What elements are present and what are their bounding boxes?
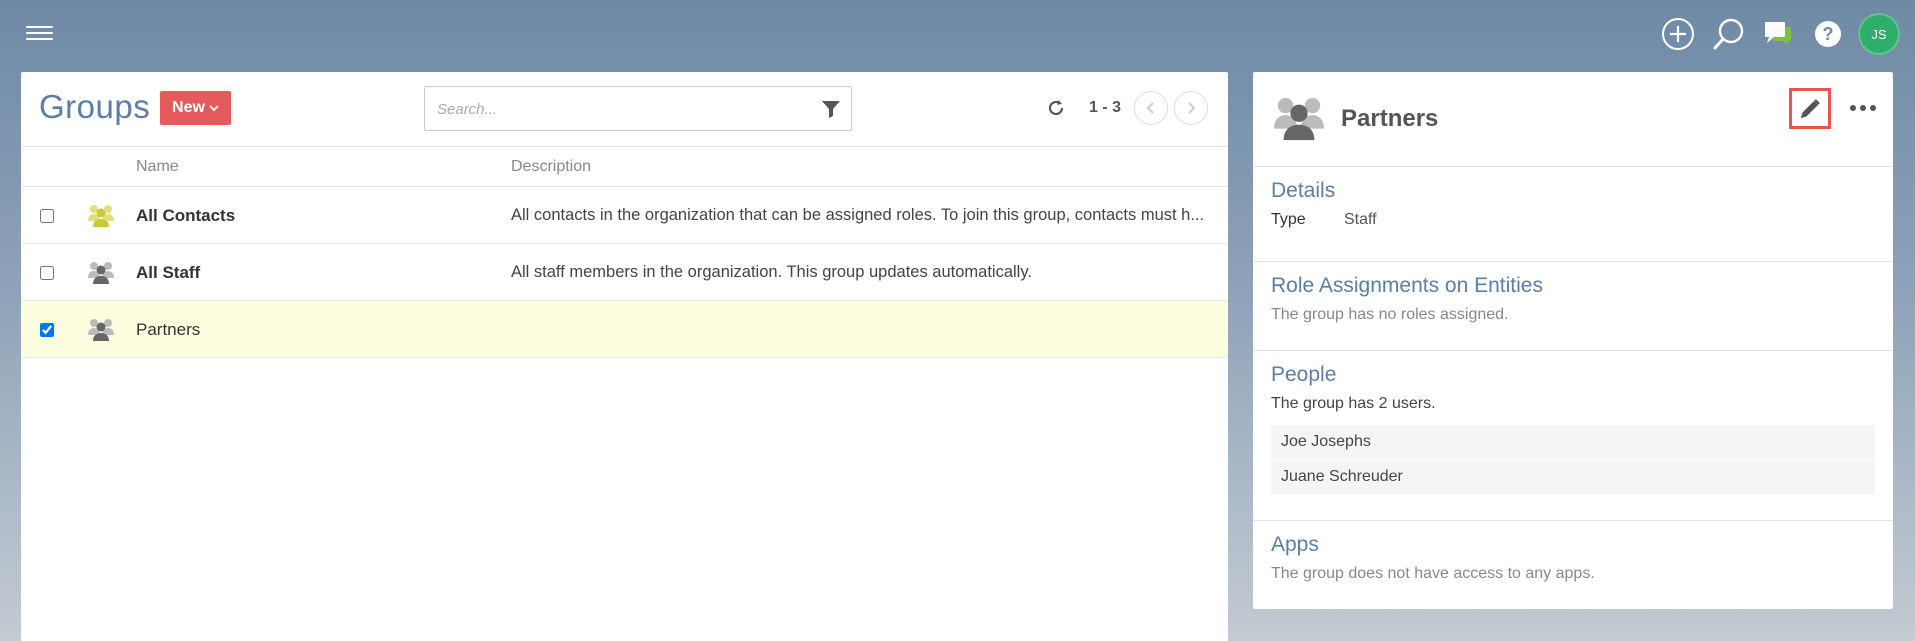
menu-icon[interactable] — [26, 22, 53, 44]
list-item[interactable]: Joe Josephs — [1271, 425, 1875, 460]
row-checkbox[interactable] — [40, 209, 54, 223]
pager-count: 1 - 3 — [1089, 99, 1122, 116]
table-row[interactable]: Partners — [21, 301, 1228, 358]
row-name[interactable]: All Staff — [136, 263, 200, 283]
avatar[interactable]: JS — [1858, 13, 1900, 55]
roles-text: The group has no roles assigned. — [1271, 306, 1509, 323]
table-header: Name Description — [21, 147, 1228, 187]
column-header-description[interactable]: Description — [511, 158, 591, 176]
section-heading-roles[interactable]: Role Assignments on Entities — [1271, 274, 1875, 298]
table-row[interactable]: All Contacts All contacts in the organiz… — [21, 187, 1228, 244]
next-page-button[interactable] — [1174, 91, 1208, 125]
row-name[interactable]: All Contacts — [136, 206, 235, 226]
add-icon[interactable] — [1660, 16, 1696, 52]
chevron-left-icon — [1146, 102, 1154, 114]
people-section: People The group has 2 users. Joe Joseph… — [1253, 351, 1893, 521]
new-button-label: New — [172, 99, 205, 116]
apps-text: The group does not have access to any ap… — [1271, 565, 1595, 582]
list-item[interactable]: Juane Schreuder — [1271, 460, 1875, 495]
section-heading-details[interactable]: Details — [1271, 179, 1875, 203]
roles-section: Role Assignments on Entities The group h… — [1253, 262, 1893, 351]
new-button[interactable]: New — [160, 91, 231, 125]
search-input[interactable] — [437, 98, 797, 120]
pencil-icon — [1801, 98, 1820, 118]
group-icon — [1271, 94, 1327, 149]
edit-button[interactable] — [1789, 88, 1831, 129]
search-icon[interactable] — [1710, 16, 1746, 52]
type-label: Type — [1271, 211, 1306, 228]
top-bar: ? JS — [0, 0, 1915, 66]
group-icon — [87, 260, 115, 291]
chevron-down-icon — [209, 105, 219, 112]
details-section: Details Type Staff — [1253, 167, 1893, 262]
row-description: All staff members in the organization. T… — [511, 263, 1032, 281]
group-detail-panel: Partners Details Type Staff Role Assignm… — [1253, 72, 1893, 609]
section-heading-apps[interactable]: Apps — [1271, 533, 1875, 557]
group-icon — [87, 317, 115, 348]
row-checkbox[interactable] — [40, 323, 54, 337]
page-title: Groups — [39, 88, 151, 125]
refresh-icon[interactable] — [1046, 98, 1066, 123]
apps-section: Apps The group does not have access to a… — [1253, 521, 1893, 597]
prev-page-button[interactable] — [1134, 91, 1168, 125]
detail-title: Partners — [1341, 105, 1439, 132]
filter-icon[interactable] — [821, 99, 841, 124]
type-value: Staff — [1344, 211, 1377, 228]
row-description: All contacts in the organization that ca… — [511, 206, 1205, 224]
help-icon[interactable]: ? — [1810, 16, 1846, 52]
column-header-name[interactable]: Name — [136, 158, 179, 176]
svg-text:?: ? — [1823, 24, 1834, 44]
groups-list-panel: Groups New 1 - 3 Name Description — [21, 72, 1228, 641]
chat-icon[interactable] — [1760, 16, 1796, 52]
row-checkbox[interactable] — [40, 266, 54, 280]
row-name[interactable]: Partners — [136, 320, 200, 340]
section-heading-people[interactable]: People — [1271, 363, 1875, 387]
group-icon — [87, 203, 115, 234]
people-list: Joe Josephs Juane Schreuder — [1271, 425, 1875, 495]
chevron-right-icon — [1188, 102, 1196, 114]
search-box — [424, 86, 852, 131]
more-icon[interactable] — [1849, 100, 1877, 118]
list-header: Groups New 1 - 3 — [21, 72, 1228, 147]
people-count-text: The group has 2 users. — [1271, 395, 1436, 412]
detail-header: Partners — [1253, 72, 1893, 167]
table-row[interactable]: All Staff All staff members in the organ… — [21, 244, 1228, 301]
